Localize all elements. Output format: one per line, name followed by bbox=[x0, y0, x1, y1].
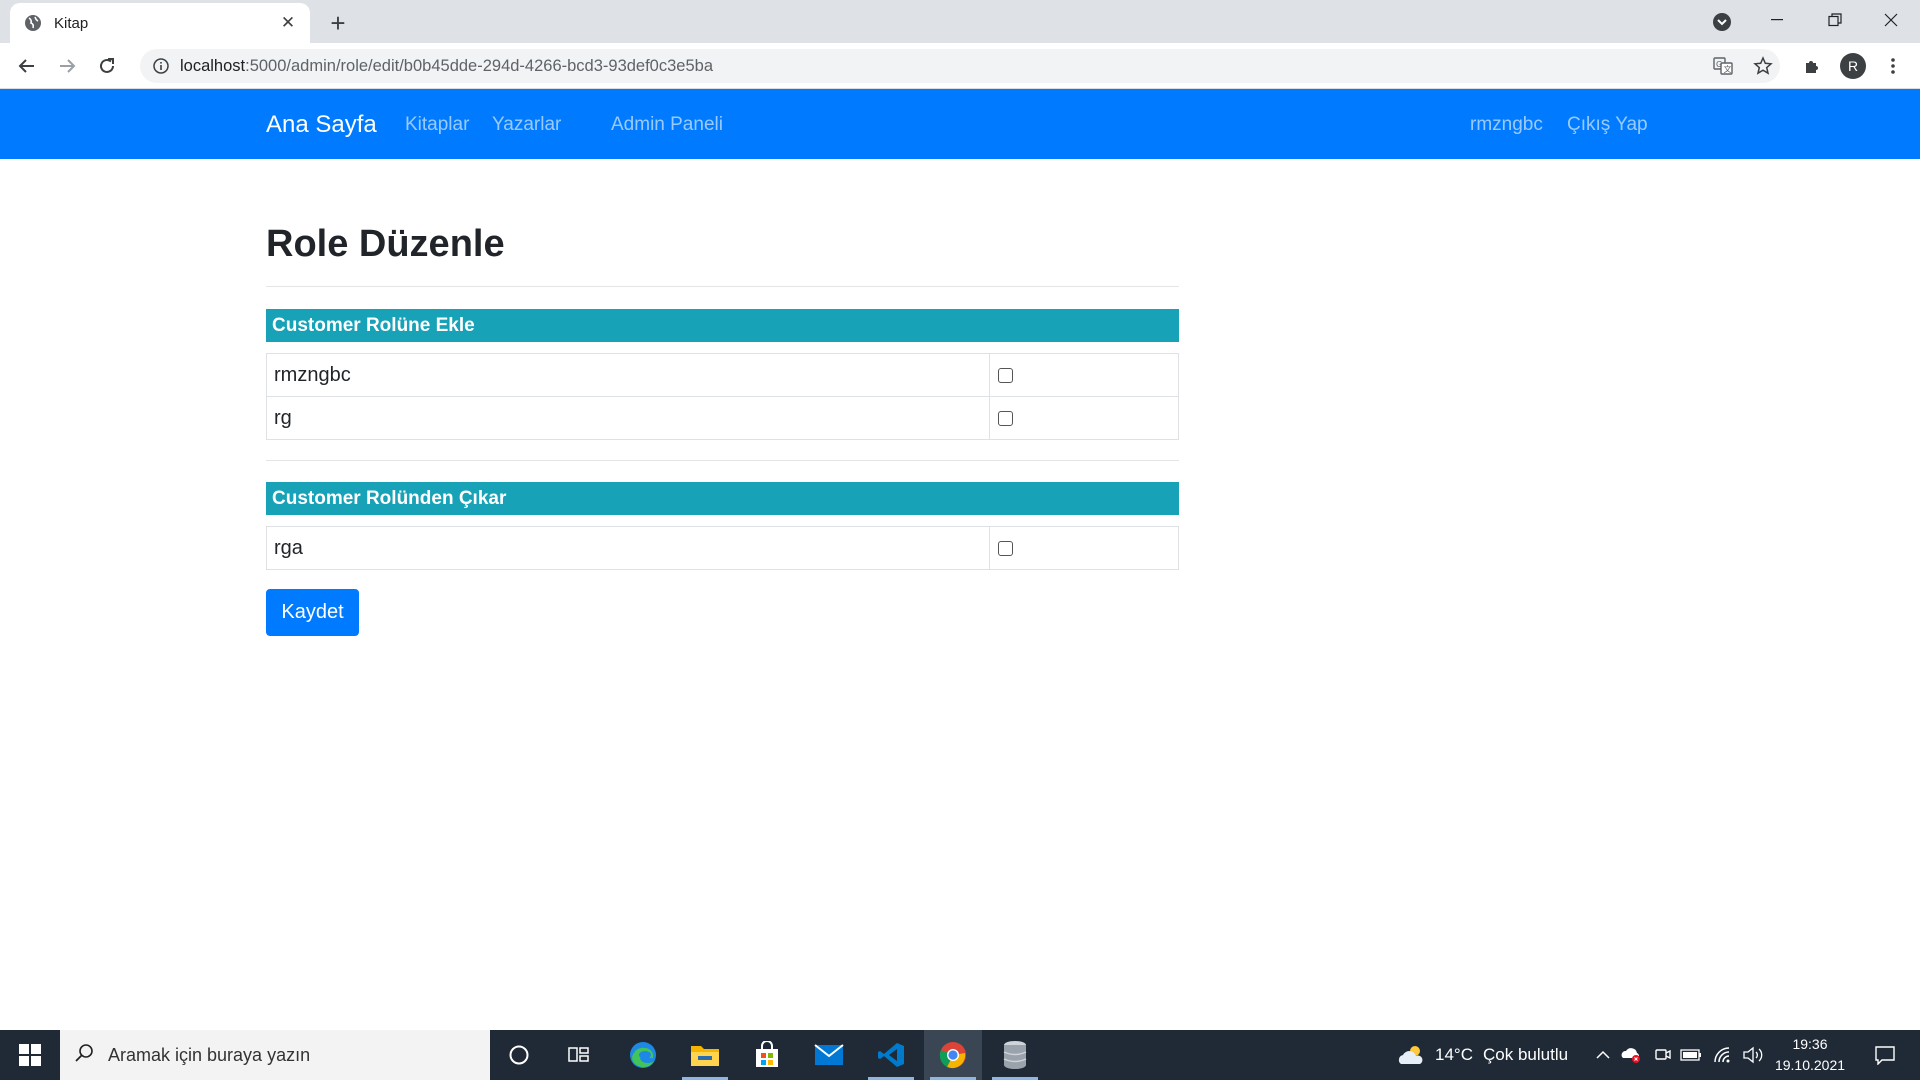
site-navbar: Ana Sayfa Kitaplar Yazarlar Admin Paneli… bbox=[0, 89, 1920, 159]
taskbar-search-placeholder: Aramak için buraya yazın bbox=[108, 1044, 311, 1065]
cortana-icon[interactable] bbox=[490, 1030, 548, 1080]
browser-toolbar: localhost:5000/admin/role/edit/b0b45dde-… bbox=[0, 43, 1920, 89]
remove-users-table: rga bbox=[266, 526, 1179, 570]
windows-taskbar: Aramak için buraya yazın 14°C Çok bulutl… bbox=[0, 1030, 1920, 1080]
nav-link-logout[interactable]: Çıkış Yap bbox=[1567, 114, 1648, 136]
file-explorer-icon[interactable] bbox=[676, 1030, 734, 1080]
nav-link-yazarlar[interactable]: Yazarlar bbox=[492, 114, 561, 136]
nav-link-admin-paneli[interactable]: Admin Paneli bbox=[611, 114, 723, 136]
notifications-icon[interactable] bbox=[1870, 1044, 1900, 1066]
windows-start-icon[interactable] bbox=[0, 1030, 60, 1080]
add-user-checkbox[interactable] bbox=[998, 367, 1013, 383]
close-window-icon[interactable] bbox=[1862, 0, 1920, 40]
table-row: rmzngbc bbox=[266, 353, 1179, 397]
chevron-up-icon[interactable] bbox=[1592, 1044, 1614, 1066]
save-button[interactable]: Kaydet bbox=[266, 589, 359, 636]
tab-search-icon[interactable] bbox=[1710, 10, 1734, 34]
url-text[interactable]: localhost:5000/admin/role/edit/b0b45dde-… bbox=[180, 57, 713, 76]
menu-kebab-icon[interactable] bbox=[1878, 51, 1908, 81]
volume-icon[interactable] bbox=[1742, 1044, 1764, 1066]
mail-icon[interactable] bbox=[800, 1030, 858, 1080]
divider bbox=[266, 460, 1179, 461]
bookmark-star-icon[interactable] bbox=[1750, 53, 1776, 79]
meet-now-icon[interactable] bbox=[1652, 1044, 1674, 1066]
forward-icon[interactable] bbox=[52, 51, 82, 81]
task-view-icon[interactable] bbox=[550, 1030, 608, 1080]
tab-title: Kitap bbox=[54, 14, 89, 32]
checkbox-cell bbox=[989, 396, 1179, 440]
minimize-icon[interactable] bbox=[1748, 0, 1806, 40]
remove-user-checkbox[interactable] bbox=[998, 540, 1013, 556]
browser-tab[interactable]: Kitap ✕ bbox=[10, 3, 310, 43]
taskbar-search-box[interactable]: Aramak için buraya yazın bbox=[60, 1030, 490, 1080]
onedrive-error-icon[interactable] bbox=[1620, 1044, 1642, 1066]
weather-cloud-icon[interactable] bbox=[1396, 1044, 1426, 1066]
table-row: rga bbox=[266, 526, 1179, 570]
weather-temperature[interactable]: 14°C bbox=[1435, 1045, 1473, 1065]
wifi-icon[interactable] bbox=[1712, 1044, 1734, 1066]
close-tab-icon[interactable]: ✕ bbox=[278, 13, 298, 33]
database-app-icon[interactable] bbox=[986, 1030, 1044, 1080]
chrome-icon[interactable] bbox=[924, 1030, 982, 1080]
translate-icon[interactable]: G文 bbox=[1710, 53, 1736, 79]
address-bar[interactable]: localhost:5000/admin/role/edit/b0b45dde-… bbox=[140, 49, 1780, 83]
remove-from-role-header: Customer Rolünden Çıkar bbox=[266, 482, 1179, 515]
microsoft-store-icon[interactable] bbox=[738, 1030, 796, 1080]
svg-text:G: G bbox=[1716, 60, 1722, 69]
nav-link-username[interactable]: rmzngbc bbox=[1470, 114, 1543, 136]
back-icon[interactable] bbox=[12, 51, 42, 81]
nav-link-kitaplar[interactable]: Kitaplar bbox=[405, 114, 469, 136]
weather-description[interactable]: Çok bulutlu bbox=[1483, 1045, 1568, 1065]
edge-browser-icon[interactable] bbox=[614, 1030, 672, 1080]
profile-avatar[interactable]: R bbox=[1838, 51, 1868, 81]
globe-icon bbox=[24, 14, 42, 32]
svg-text:文: 文 bbox=[1724, 64, 1732, 74]
vscode-icon[interactable] bbox=[862, 1030, 920, 1080]
table-row: rg bbox=[266, 396, 1179, 440]
battery-icon[interactable] bbox=[1680, 1044, 1702, 1066]
profile-initial: R bbox=[1840, 53, 1866, 79]
new-tab-icon[interactable]: + bbox=[324, 8, 352, 38]
page-title: Role Düzenle bbox=[266, 223, 505, 265]
add-to-role-header: Customer Rolüne Ekle bbox=[266, 309, 1179, 342]
clock-time: 19:36 bbox=[1792, 1036, 1828, 1052]
user-name-cell: rga bbox=[266, 526, 990, 570]
user-name-cell: rg bbox=[266, 396, 990, 440]
system-clock[interactable]: 19:36 19.10.2021 bbox=[1770, 1034, 1850, 1076]
divider bbox=[266, 286, 1179, 287]
checkbox-cell bbox=[989, 353, 1179, 397]
browser-tab-strip: Kitap ✕ + bbox=[0, 0, 1920, 43]
user-name-cell: rmzngbc bbox=[266, 353, 990, 397]
add-user-checkbox[interactable] bbox=[998, 410, 1013, 426]
search-icon bbox=[74, 1043, 94, 1068]
site-info-icon[interactable] bbox=[148, 53, 174, 79]
add-users-table: rmzngbc rg bbox=[266, 353, 1179, 440]
checkbox-cell bbox=[989, 526, 1179, 570]
reload-icon[interactable] bbox=[92, 51, 122, 81]
nav-brand-home[interactable]: Ana Sayfa bbox=[266, 111, 377, 139]
clock-date: 19.10.2021 bbox=[1774, 1057, 1846, 1073]
restore-icon[interactable] bbox=[1806, 0, 1864, 40]
extensions-puzzle-icon[interactable] bbox=[1797, 51, 1827, 81]
